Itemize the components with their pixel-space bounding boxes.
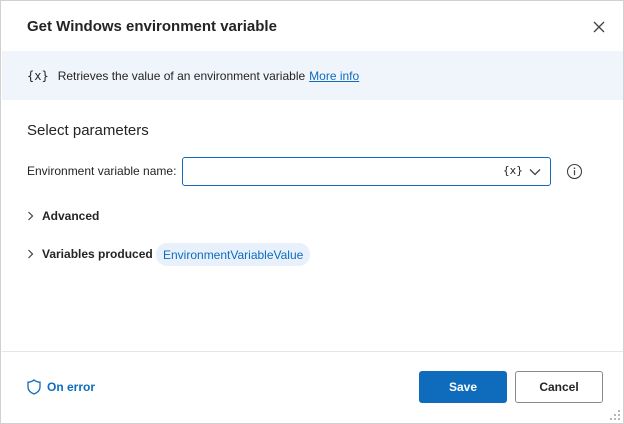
- on-error-label: On error: [47, 380, 96, 394]
- get-env-variable-dialog: Get Windows environment variable {x} Ret…: [0, 0, 624, 424]
- resize-grip-icon[interactable]: [609, 409, 621, 421]
- env-var-name-input[interactable]: [187, 161, 487, 182]
- more-info-link[interactable]: More info: [309, 69, 359, 83]
- chevron-right-icon: [28, 249, 34, 259]
- env-var-name-combobox[interactable]: {x}: [182, 157, 551, 186]
- save-button[interactable]: Save: [419, 371, 507, 403]
- section-title: Select parameters: [27, 122, 149, 139]
- info-bar: {x} Retrieves the value of an environmen…: [2, 51, 623, 100]
- shield-icon: [27, 379, 41, 395]
- env-var-name-label: Environment variable name:: [27, 164, 177, 178]
- variable-chip[interactable]: EnvironmentVariableValue: [156, 243, 311, 266]
- variables-produced-expander[interactable]: Variables produced: [27, 247, 153, 261]
- variables-produced-label: Variables produced: [42, 247, 153, 261]
- advanced-label: Advanced: [42, 209, 100, 223]
- footer-divider: [2, 351, 623, 352]
- dropdown-button[interactable]: [528, 165, 544, 179]
- close-icon: [593, 21, 605, 33]
- info-icon[interactable]: [566, 163, 583, 180]
- advanced-expander[interactable]: Advanced: [27, 209, 99, 223]
- info-description: Retrieves the value of an environment va…: [57, 68, 306, 83]
- close-button[interactable]: [589, 17, 609, 37]
- on-error-button[interactable]: On error: [27, 379, 95, 395]
- chevron-right-icon: [28, 211, 34, 221]
- variable-icon: {x}: [27, 68, 49, 83]
- chevron-down-icon: [529, 169, 541, 176]
- variable-picker-button[interactable]: {x}: [503, 164, 523, 177]
- dialog-title: Get Windows environment variable: [27, 18, 277, 35]
- cancel-button[interactable]: Cancel: [515, 371, 603, 403]
